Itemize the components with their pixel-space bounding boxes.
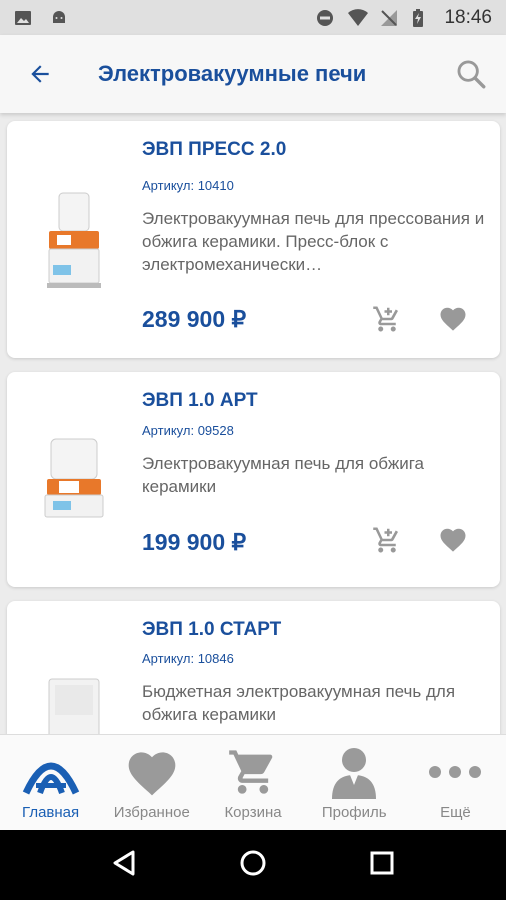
- product-sku: Артикул: 10410: [142, 178, 234, 193]
- favorite-button[interactable]: [435, 301, 471, 337]
- add-cart-icon: [373, 527, 398, 553]
- do-not-disturb-icon: [316, 9, 334, 27]
- product-list: ЭВП ПРЕСС 2.0 Артикул: 10410 Электроваку…: [0, 113, 506, 734]
- product-image: [37, 677, 112, 734]
- favorite-button[interactable]: [435, 522, 471, 558]
- recents-square-icon[interactable]: [370, 851, 394, 880]
- app-bar: Электровакуумные печи: [0, 35, 506, 113]
- nav-item-home[interactable]: Главная: [0, 735, 101, 830]
- heart-icon: [440, 528, 466, 552]
- product-name: ЭВП 1.0 АРТ: [142, 390, 258, 411]
- product-description: Электровакуумная печь для прессования и …: [142, 209, 485, 274]
- product-price: 289 900 ₽: [142, 306, 247, 332]
- product-description: Электровакуумная печь для обжига керамик…: [142, 454, 424, 496]
- back-triangle-icon[interactable]: [112, 850, 136, 881]
- heart-icon: [440, 307, 466, 331]
- home-circle-icon[interactable]: [239, 849, 267, 882]
- product-sku: Артикул: 10846: [142, 651, 234, 666]
- nav-item-favorites[interactable]: Избранное: [101, 735, 202, 830]
- back-button[interactable]: [0, 35, 80, 113]
- nav-item-cart[interactable]: Корзина: [202, 735, 303, 830]
- product-price: 199 900 ₽: [142, 529, 247, 555]
- nav-label: Профиль: [321, 804, 387, 821]
- nav-label: Главная: [22, 804, 80, 821]
- product-card[interactable]: ЭВП 1.0 СТАРТ Артикул: 10846 Бюджетная э…: [7, 601, 500, 734]
- product-sku: Артикул: 09528: [142, 423, 234, 438]
- more-dots-icon: [426, 743, 484, 801]
- heart-icon: [124, 743, 180, 801]
- search-button[interactable]: [436, 35, 506, 113]
- cart-icon: [225, 743, 281, 801]
- android-notification-icon: [50, 9, 68, 27]
- product-card[interactable]: ЭВП ПРЕСС 2.0 Артикул: 10410 Электроваку…: [7, 121, 500, 358]
- search-icon: [457, 60, 486, 89]
- product-card[interactable]: ЭВП 1.0 АРТ Артикул: 09528 Электровакуум…: [7, 372, 500, 587]
- status-bar: 18:46: [0, 0, 506, 35]
- product-name: ЭВП ПРЕСС 2.0: [142, 139, 287, 160]
- nav-label: Ещё: [440, 804, 471, 821]
- nav-item-more[interactable]: Ещё: [405, 735, 506, 830]
- home-logo-icon: [22, 743, 80, 801]
- wifi-icon: [348, 8, 369, 27]
- arrow-back-icon: [31, 65, 49, 83]
- add-cart-icon: [373, 306, 398, 332]
- product-image: [37, 191, 112, 291]
- add-to-cart-button[interactable]: [369, 522, 405, 558]
- status-time: 18:46: [444, 6, 492, 28]
- page-title: Электровакуумные печи: [98, 61, 367, 86]
- bottom-navigation: Главная Избранное Корзина Профиль Ещё: [0, 734, 506, 830]
- product-name: ЭВП 1.0 СТАРТ: [142, 619, 282, 640]
- no-signal-icon: [380, 9, 398, 27]
- person-icon: [328, 743, 380, 801]
- nav-label: Корзина: [224, 804, 282, 821]
- add-to-cart-button[interactable]: [369, 301, 405, 337]
- nav-item-profile[interactable]: Профиль: [304, 735, 405, 830]
- gallery-notification-icon: [14, 9, 32, 27]
- product-description: Бюджетная электровакуумная печь для обжи…: [142, 682, 456, 724]
- product-image: [37, 437, 112, 522]
- system-navigation-bar: [0, 830, 506, 900]
- nav-label: Избранное: [113, 804, 190, 821]
- battery-charging-icon: [412, 8, 430, 27]
